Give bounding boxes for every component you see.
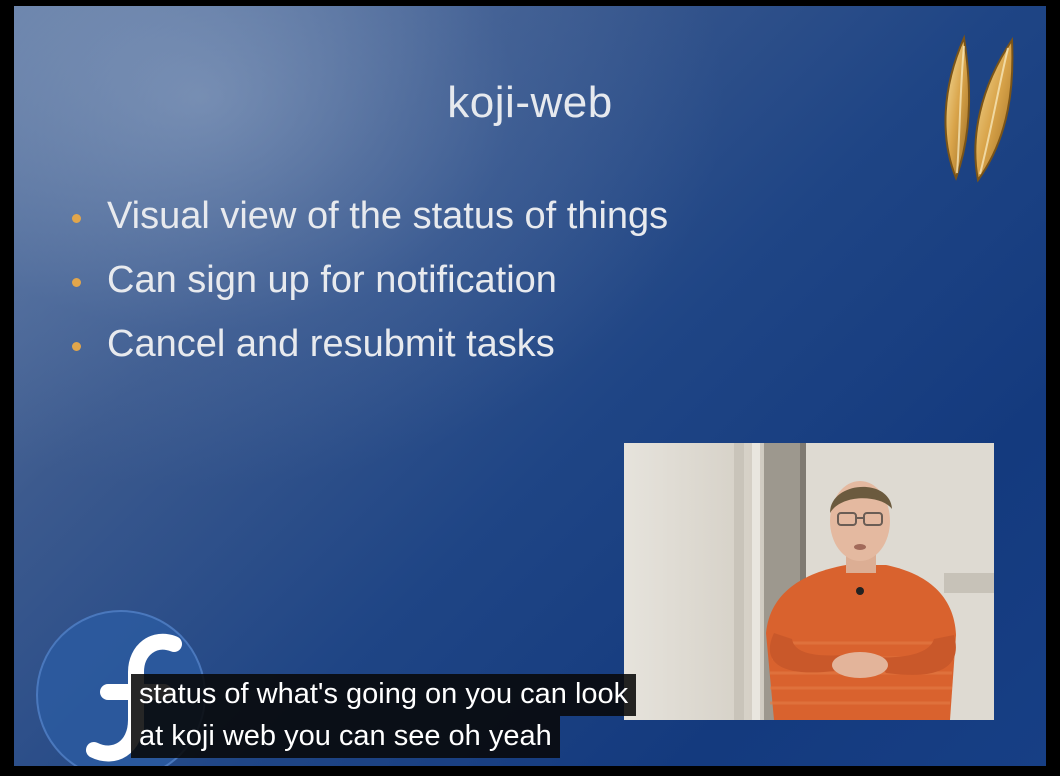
speaker-video-inset[interactable]	[624, 443, 994, 720]
speaker-figure	[624, 443, 994, 720]
bullet-dot-icon	[72, 277, 81, 287]
bullet-list: Visual view of the status of things Can …	[72, 184, 668, 376]
bullet-item: Can sign up for notification	[72, 248, 668, 312]
bullet-text: Visual view of the status of things	[107, 194, 669, 237]
bullet-dot-icon	[72, 341, 81, 351]
bullet-dot-icon	[72, 213, 81, 223]
bullet-text: Cancel and resubmit tasks	[107, 322, 555, 365]
bullet-item: Cancel and resubmit tasks	[72, 312, 668, 376]
caption-line: status of what's going on you can look	[131, 674, 637, 716]
slide-title: koji-web	[447, 78, 613, 127]
caption-line: at koji web you can see oh yeah	[131, 716, 560, 758]
wheat-logo-icon	[944, 34, 1014, 183]
video-frame[interactable]: koji-web Visual view of the status of th…	[0, 0, 1060, 776]
bullet-item: Visual view of the status of things	[72, 184, 668, 248]
caption-box: status of what's going on you can look a…	[131, 674, 637, 758]
bullet-text: Can sign up for notification	[107, 258, 557, 301]
